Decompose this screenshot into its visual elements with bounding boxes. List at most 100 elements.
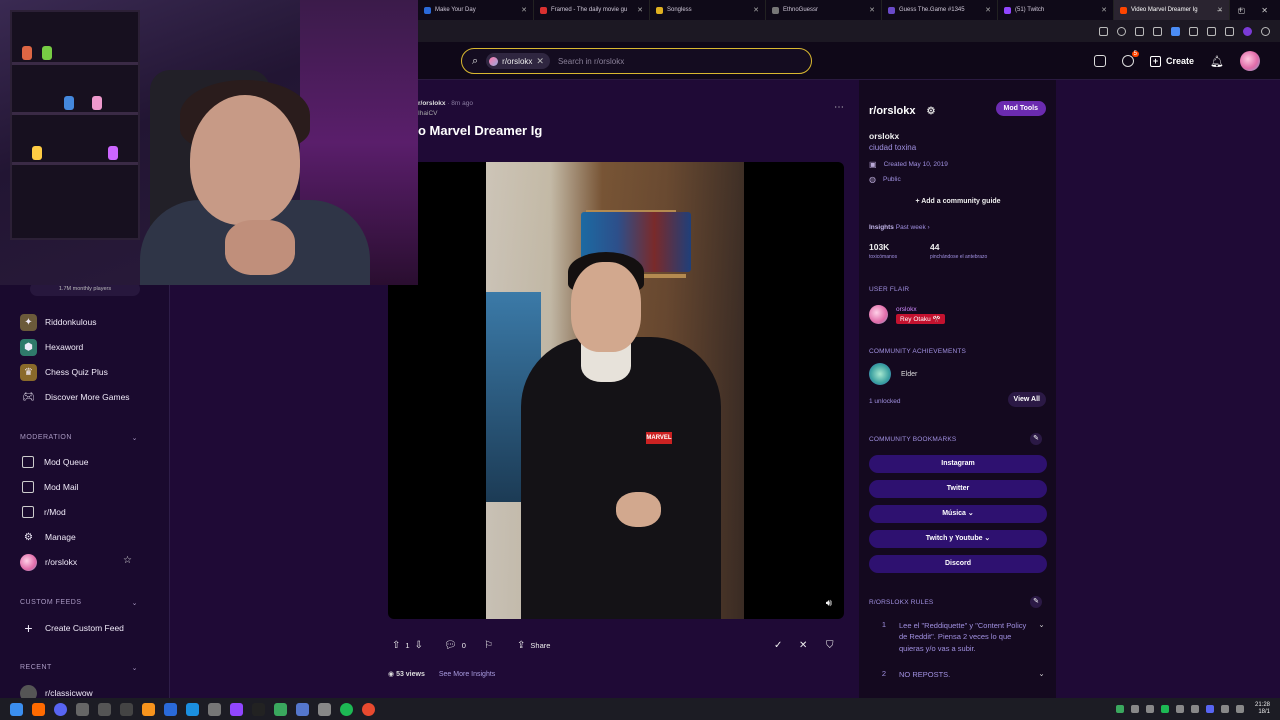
sidebar-item-manage[interactable]: ⚙ Manage: [20, 527, 76, 547]
app-icon[interactable]: [318, 702, 331, 716]
close-icon[interactable]: ✕: [637, 6, 643, 14]
comments-button[interactable]: 💬︎ 0: [444, 640, 466, 651]
menu-icon[interactable]: [1261, 26, 1270, 36]
spotify-icon[interactable]: [340, 702, 353, 716]
app-icon[interactable]: [208, 702, 221, 716]
bookmark-instagram[interactable]: Instagram: [869, 455, 1047, 473]
advertise-icon[interactable]: [1094, 55, 1107, 67]
rule-item[interactable]: 1 Lee el "Reddiquette" y "Content Policy…: [869, 620, 1049, 654]
app-icon[interactable]: [76, 702, 89, 716]
chat-icon[interactable]: 5: [1122, 51, 1140, 67]
edit-pencil-icon[interactable]: ✎: [1030, 433, 1042, 445]
wifi-icon[interactable]: [1220, 705, 1229, 713]
approve-icon[interactable]: ✓: [774, 640, 782, 651]
bookmark-twitch-youtube[interactable]: Twitch y Youtube ⌄: [869, 530, 1047, 548]
app-icon[interactable]: [164, 702, 177, 716]
edit-pencil-icon[interactable]: ✎: [1030, 596, 1042, 608]
video-player[interactable]: MARVEL 🔊︎: [388, 162, 844, 619]
app-icon[interactable]: [142, 702, 155, 716]
upvote-icon[interactable]: ⇧: [392, 640, 400, 651]
search-input[interactable]: [557, 56, 758, 66]
profile-icon[interactable]: [1243, 26, 1252, 36]
see-more-insights-link[interactable]: See More Insights: [439, 671, 495, 678]
sidebar-item-mod-queue[interactable]: Mod Queue: [20, 452, 88, 472]
browser-tab[interactable]: Songless ✕: [650, 0, 766, 20]
browser-tab[interactable]: Make Your Day ✕: [418, 0, 534, 20]
share-button[interactable]: ⇪ Share: [517, 640, 550, 651]
post-author[interactable]: IhaiCV: [418, 110, 438, 117]
app-icon[interactable]: [274, 702, 287, 716]
downloads-icon[interactable]: [1225, 26, 1234, 36]
tray-icon[interactable]: [1130, 705, 1139, 713]
bell-icon[interactable]: 🔔︎: [1210, 55, 1224, 68]
subreddit-search-chip[interactable]: r/orslokx ✕: [486, 53, 550, 69]
zoom-icon[interactable]: [1117, 26, 1126, 36]
app-icon[interactable]: [98, 702, 111, 716]
tray-icon[interactable]: [1190, 705, 1199, 713]
more-options-icon[interactable]: ⋯: [834, 102, 844, 113]
sidebar-item-mod-mail[interactable]: Mod Mail: [20, 477, 78, 497]
tiktok-icon[interactable]: [252, 702, 265, 716]
award-button[interactable]: ⚐: [484, 640, 493, 651]
bookmark-musica[interactable]: Música ⌄: [869, 505, 1047, 523]
puzzle-extension-icon[interactable]: [1189, 26, 1198, 36]
user-avatar[interactable]: [1240, 51, 1260, 71]
recent-section-header[interactable]: RECENT ⌄: [20, 664, 138, 672]
insights-header[interactable]: Insights Past week ›: [869, 224, 930, 231]
moderation-section-header[interactable]: MODERATION ⌄: [20, 434, 138, 442]
search-app-icon[interactable]: [32, 702, 45, 716]
install-icon[interactable]: [1099, 26, 1108, 36]
create-custom-feed-button[interactable]: + Create Custom Feed: [20, 618, 124, 638]
favorite-star-icon[interactable]: ☆: [123, 555, 132, 566]
tray-icon[interactable]: [1145, 705, 1154, 713]
downvote-icon[interactable]: ⇩: [415, 640, 423, 651]
sidebar-item-discover-games[interactable]: 🎮︎ Discover More Games: [20, 387, 129, 407]
close-icon[interactable]: ✕: [753, 6, 759, 14]
browser-tab[interactable]: Framed - The daily movie gu ✕: [534, 0, 650, 20]
app-icon[interactable]: [186, 702, 199, 716]
create-button[interactable]: + Create: [1150, 55, 1194, 67]
twitch-icon[interactable]: [230, 702, 243, 716]
view-all-button[interactable]: View All: [1007, 392, 1046, 407]
tray-icon[interactable]: [1175, 705, 1184, 713]
bookmark-discord[interactable]: Discord: [869, 555, 1047, 573]
sidebar-item-chess-quiz-plus[interactable]: ♛ Chess Quiz Plus: [20, 362, 108, 382]
tray-icon[interactable]: [1115, 705, 1124, 713]
browser-tab-active[interactable]: Video Marvel Dreamer Ig ✕: [1114, 0, 1230, 20]
minimize-button[interactable]: –: [1217, 6, 1221, 15]
sidebar-item-hexaword[interactable]: ⬢ Hexaword: [20, 337, 83, 357]
app-icon[interactable]: [296, 702, 309, 716]
app-icon[interactable]: [54, 702, 67, 716]
bookmark-star-icon[interactable]: [1135, 26, 1144, 36]
mod-tools-button[interactable]: Mod Tools: [995, 101, 1046, 116]
chrome-icon[interactable]: [362, 702, 375, 716]
custom-feeds-section-header[interactable]: CUSTOM FEEDS ⌄: [20, 599, 138, 607]
search-bar[interactable]: ⌕ r/orslokx ✕: [461, 48, 812, 74]
taskbar-clock[interactable]: 21:28 18/1: [1255, 702, 1270, 716]
sidebar-item-riddonkulous[interactable]: ✦ Riddonkulous: [20, 312, 97, 332]
user-flair[interactable]: orslokx Rey Otaku 🎌: [869, 305, 945, 324]
tray-icon[interactable]: [1160, 705, 1169, 713]
app-icon[interactable]: [120, 702, 133, 716]
sidebar-icon[interactable]: [1207, 26, 1216, 36]
volume-icon[interactable]: 🔊︎: [826, 598, 832, 609]
remove-icon[interactable]: ✕: [799, 640, 807, 651]
close-icon[interactable]: ✕: [869, 6, 875, 14]
browser-tab[interactable]: EthnoGuessr ✕: [766, 0, 882, 20]
extension-blue-icon[interactable]: [1171, 26, 1180, 36]
mod-shield-icon[interactable]: ⛉: [826, 640, 834, 651]
close-window-button[interactable]: ✕: [1261, 6, 1268, 15]
tray-icon[interactable]: [1205, 705, 1214, 713]
extension-icon[interactable]: [1153, 26, 1162, 36]
sidebar-item-r-orslokx[interactable]: r/orslokx: [20, 552, 77, 572]
post-subreddit-link[interactable]: r/orslokx: [418, 100, 445, 107]
close-icon[interactable]: ✕: [536, 56, 544, 67]
rule-item[interactable]: 2 NO REPOSTS. ⌄: [869, 669, 1049, 680]
close-icon[interactable]: ✕: [521, 6, 527, 14]
achievement-item[interactable]: Elder: [869, 363, 917, 385]
sidebar-item-r-mod[interactable]: r/Mod: [20, 502, 66, 522]
windows-start-icon[interactable]: [10, 702, 23, 716]
bookmark-twitter[interactable]: Twitter: [869, 480, 1047, 498]
volume-tray-icon[interactable]: [1235, 705, 1244, 713]
close-icon[interactable]: ✕: [985, 6, 991, 14]
